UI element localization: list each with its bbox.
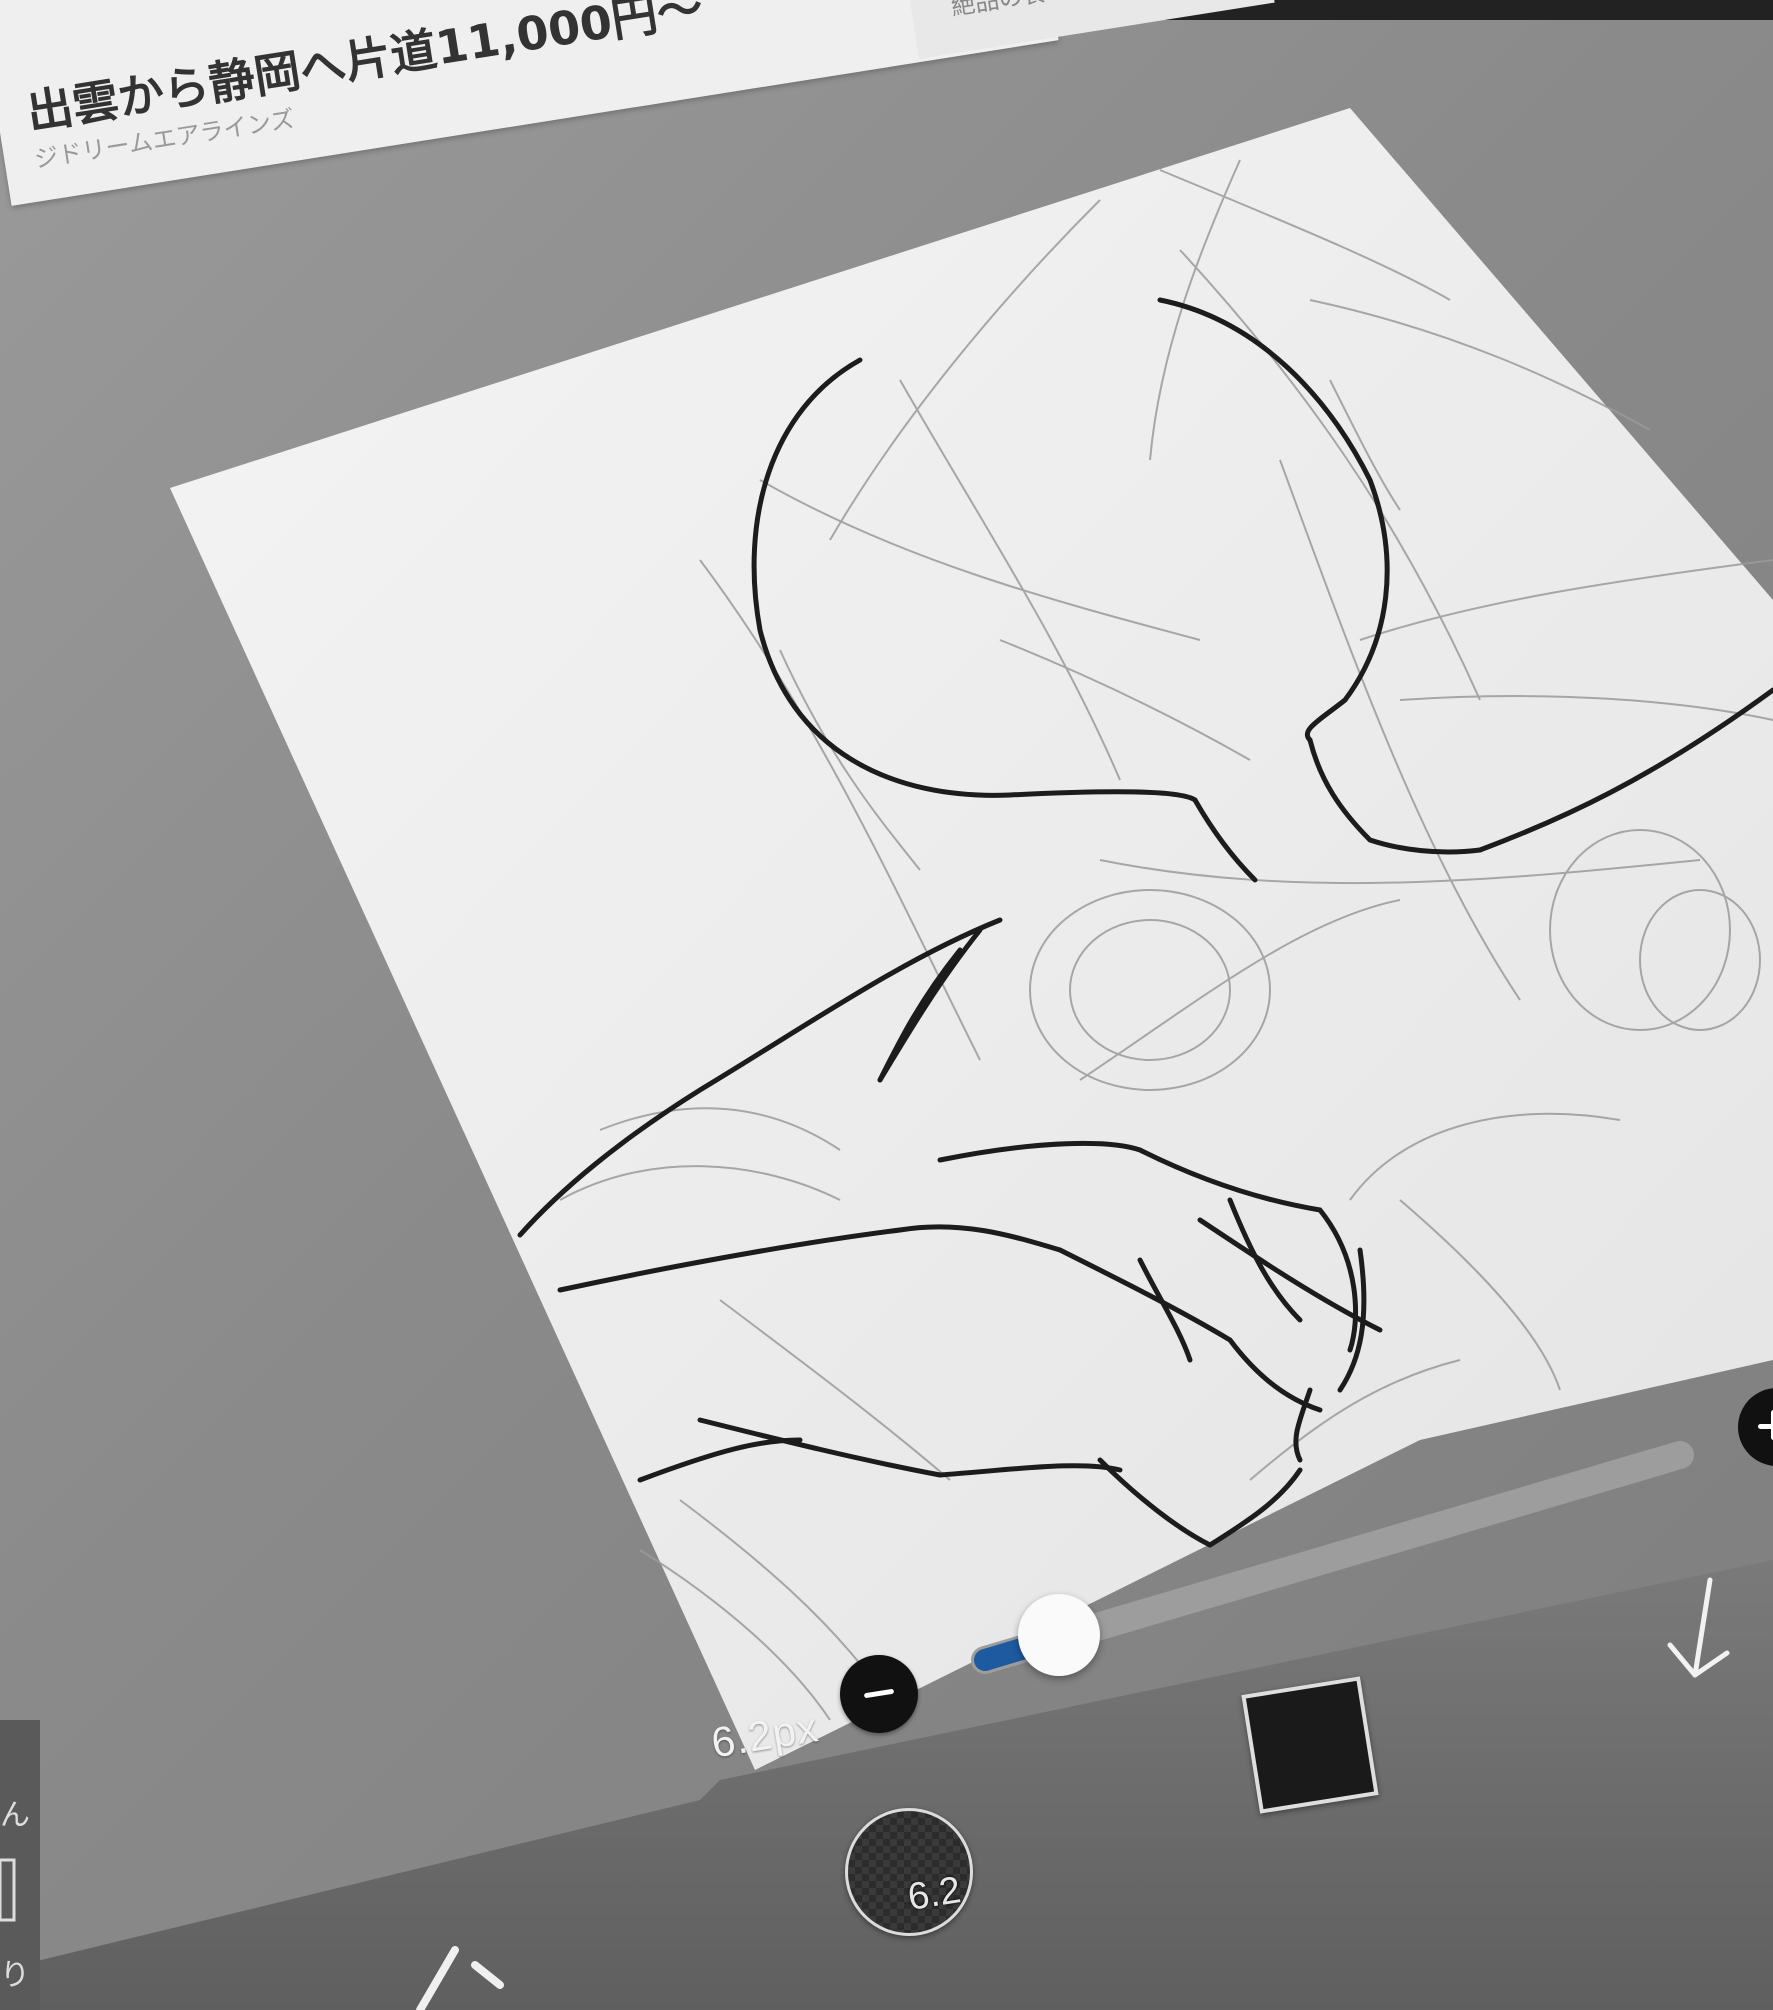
down-arrow-icon[interactable] <box>1665 1575 1735 1685</box>
size-slider-thumb[interactable] <box>1018 1594 1100 1676</box>
left-strip-glyph-bottom: り <box>0 1959 30 1992</box>
brush-preview-value: 6.2 <box>904 1869 964 1919</box>
brush-preview-button[interactable]: 6.2 <box>845 1808 973 1936</box>
decrease-size-button[interactable] <box>840 1655 918 1733</box>
left-strip-glyph-top: ん <box>0 1799 30 1832</box>
color-swatch-button[interactable] <box>1241 1676 1379 1814</box>
app-screen: 出雲から静岡へ片道11,000円～ ジドリームエアラインズ 絶品の食を楽しむ <box>0 0 1773 2010</box>
